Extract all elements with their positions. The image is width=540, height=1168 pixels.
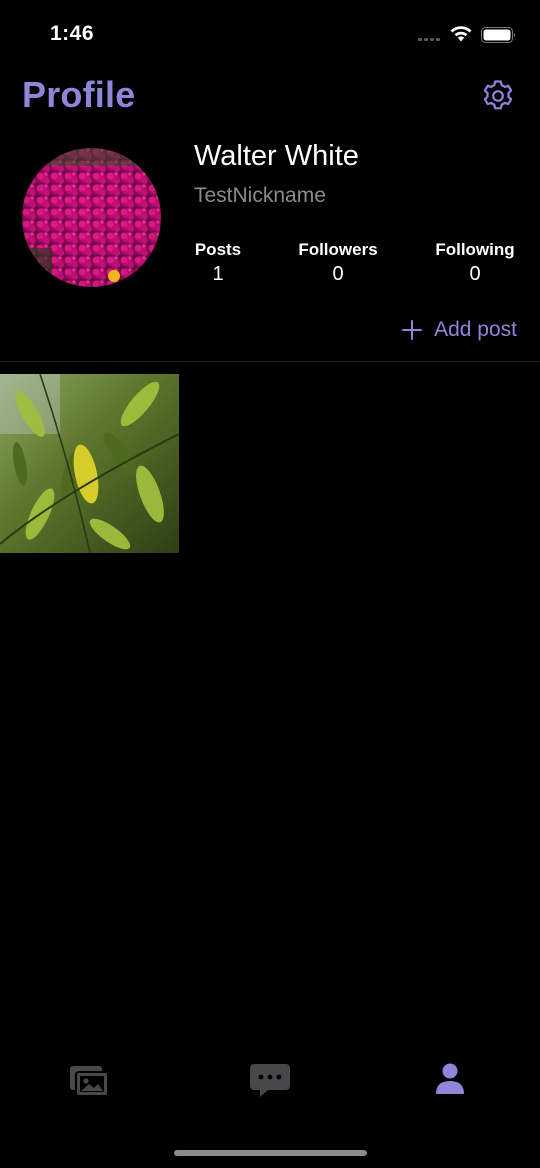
battery-icon <box>481 27 516 43</box>
following-stat[interactable]: Following 0 <box>415 240 535 286</box>
add-post-button[interactable]: Add post <box>402 318 517 342</box>
post-thumbnail[interactable] <box>0 374 179 553</box>
followers-label: Followers <box>298 240 378 259</box>
photos-icon <box>70 1066 109 1097</box>
following-label: Following <box>435 240 515 259</box>
following-count: 0 <box>469 263 481 285</box>
posts-label: Posts <box>194 240 242 259</box>
avatar-image <box>22 148 161 287</box>
tab-bar <box>0 1050 540 1120</box>
chat-bubble-icon <box>250 1064 290 1097</box>
person-icon <box>436 1063 464 1094</box>
tab-profile[interactable] <box>428 1060 472 1100</box>
wifi-icon <box>450 26 472 42</box>
posts-count: 1 <box>212 263 224 285</box>
followers-stat[interactable]: Followers 0 <box>278 240 398 286</box>
home-indicator <box>174 1150 367 1156</box>
followers-count: 0 <box>332 263 344 285</box>
add-post-label: Add post <box>434 318 517 341</box>
user-name: Walter White <box>194 140 359 172</box>
tab-feed[interactable] <box>68 1060 112 1100</box>
avatar[interactable] <box>22 148 161 287</box>
user-nickname: TestNickname <box>194 184 326 207</box>
post-image <box>0 374 179 553</box>
plus-icon <box>402 320 423 340</box>
posts-stat: Posts 1 <box>158 240 278 286</box>
divider <box>0 361 540 362</box>
cellular-signal-icon <box>418 38 442 42</box>
gear-icon[interactable] <box>480 78 516 114</box>
page-title: Profile <box>22 74 136 115</box>
status-bar: 1:46 <box>0 0 540 66</box>
tab-chat[interactable] <box>248 1060 292 1100</box>
status-time: 1:46 <box>50 22 95 45</box>
